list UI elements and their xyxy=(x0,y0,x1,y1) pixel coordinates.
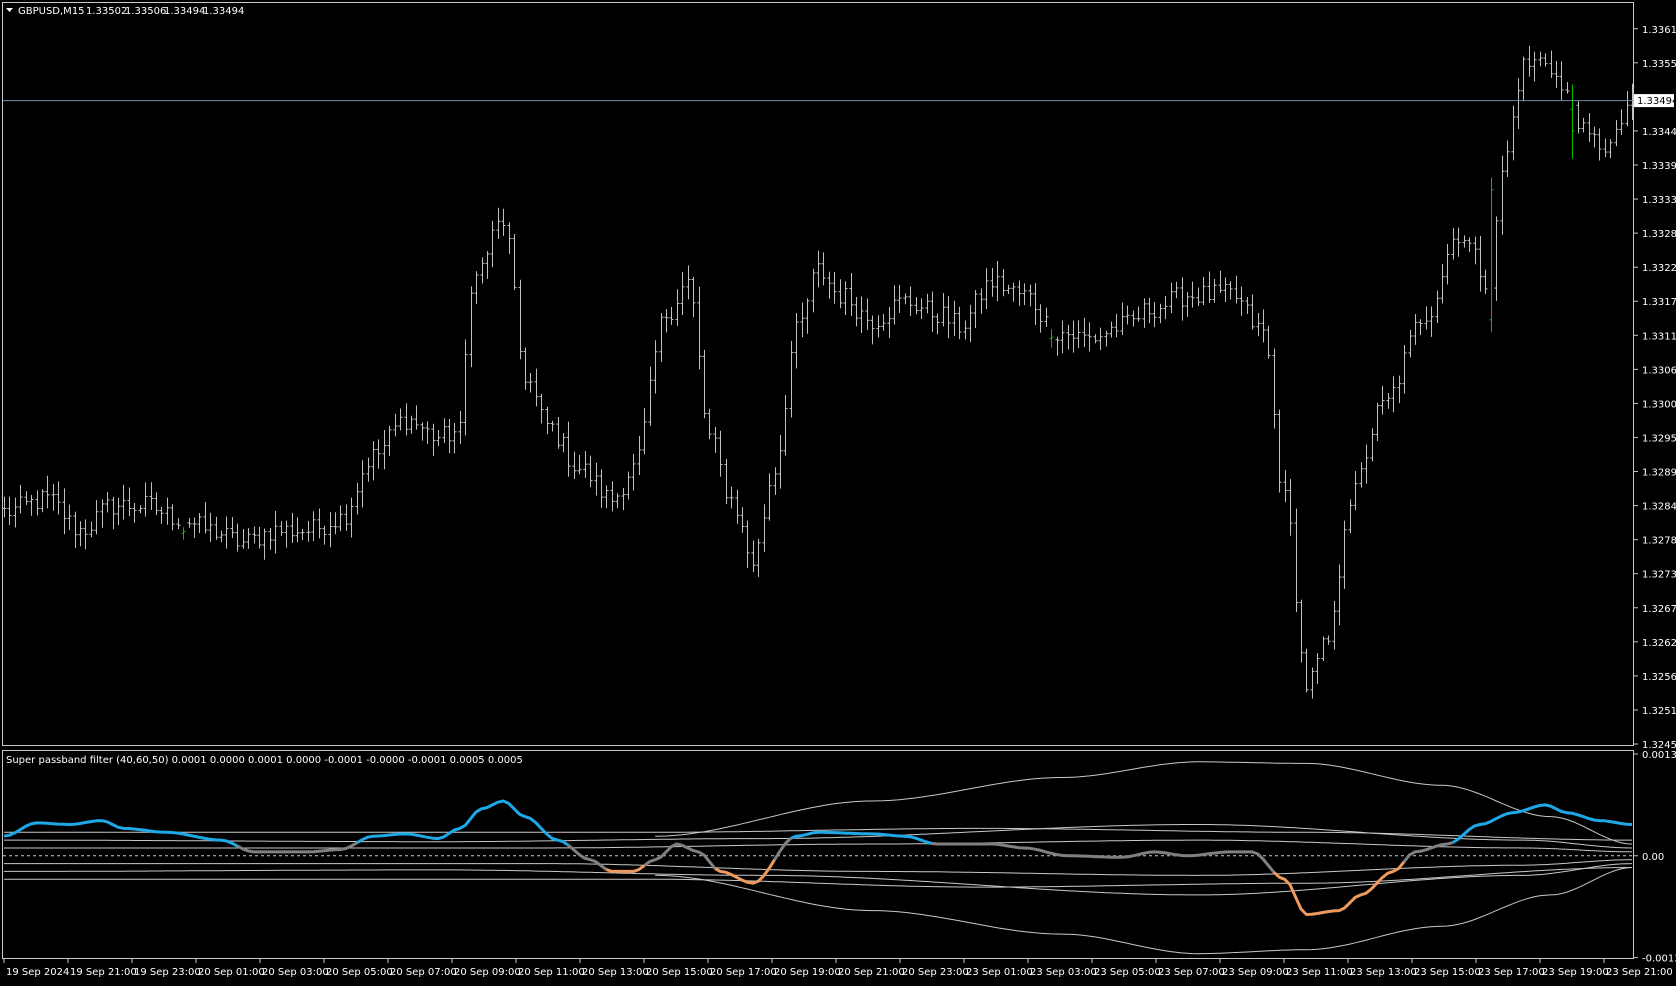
indicator-axis-label: 0.0013 xyxy=(1642,750,1676,761)
price-axis-label: 1.32950 xyxy=(1642,433,1676,444)
price-axis-label: 1.33115 xyxy=(1642,331,1676,342)
header-high: 1.33506 xyxy=(125,6,166,17)
price-axis-label: 1.33555 xyxy=(1642,59,1676,70)
time-axis-label: 19 Sep 2024 xyxy=(6,967,69,978)
time-axis-label: 23 Sep 11:00 xyxy=(1286,967,1353,978)
time-axis-label: 20 Sep 03:00 xyxy=(262,967,329,978)
time-axis-label: 23 Sep 17:00 xyxy=(1478,967,1545,978)
time-axis-label: 20 Sep 01:00 xyxy=(198,967,265,978)
time-axis-label: 19 Sep 23:00 xyxy=(134,967,201,978)
price-axis-label: 1.33060 xyxy=(1642,365,1676,376)
indicator-axis-label: 0.00 xyxy=(1642,852,1664,863)
time-axis-label: 19 Sep 21:00 xyxy=(70,967,137,978)
time-axis-label: 20 Sep 11:00 xyxy=(518,967,585,978)
time-axis-label: 23 Sep 05:00 xyxy=(1094,967,1161,978)
time-axis-label: 23 Sep 15:00 xyxy=(1414,967,1481,978)
header-open: 1.33502 xyxy=(86,6,127,17)
symbol-name: GBPUSD,M15 xyxy=(18,6,85,17)
price-axis-label: 1.33005 xyxy=(1642,399,1676,410)
price-axis-label: 1.32510 xyxy=(1642,706,1676,717)
time-axis-label: 23 Sep 19:00 xyxy=(1542,967,1609,978)
symbol-header: GBPUSD,M15 1.33502 1.33506 1.33494 1.334… xyxy=(6,6,244,17)
time-axis-label: 20 Sep 19:00 xyxy=(774,967,841,978)
chart-canvas[interactable]: 1.33610 1.33555 1.33445 1.33390 1.33335 1.332… xyxy=(0,0,1676,982)
indicator-label: Super passband filter (40,60,50) 0.0001 … xyxy=(6,755,523,766)
time-axis-label: 20 Sep 23:00 xyxy=(902,967,969,978)
time-axis-label: 20 Sep 17:00 xyxy=(710,967,777,978)
price-axis-label: 1.32620 xyxy=(1642,638,1676,649)
time-axis-label: 20 Sep 21:00 xyxy=(838,967,905,978)
price-axis-label: 1.33170 xyxy=(1642,297,1676,308)
trading-chart-window[interactable]: 1.33610 1.33555 1.33445 1.33390 1.33335 1.332… xyxy=(0,0,1676,982)
current-price-tag: 1.33494 xyxy=(1634,94,1676,108)
price-axis-label: 1.33390 xyxy=(1642,161,1676,172)
indicator-axis-label: -0.0013 xyxy=(1642,954,1676,965)
price-axis-label: 1.32895 xyxy=(1642,468,1676,479)
price-axis-label: 1.33445 xyxy=(1642,127,1676,138)
header-close: 1.33494 xyxy=(203,6,244,17)
time-axis-label: 23 Sep 03:00 xyxy=(1030,967,1097,978)
time-axis-label: 23 Sep 13:00 xyxy=(1350,967,1417,978)
time-axis-label: 20 Sep 09:00 xyxy=(454,967,521,978)
price-axis-label: 1.32785 xyxy=(1642,536,1676,547)
time-axis-label: 20 Sep 07:00 xyxy=(390,967,457,978)
price-axis-label: 1.33225 xyxy=(1642,263,1676,274)
time-axis-label: 23 Sep 01:00 xyxy=(966,967,1033,978)
time-axis-label: 23 Sep 07:00 xyxy=(1158,967,1225,978)
price-axis-label: 1.32840 xyxy=(1642,502,1676,513)
price-axis-label: 1.32675 xyxy=(1642,604,1676,615)
time-axis-label: 23 Sep 21:00 xyxy=(1606,967,1673,978)
time-axis-label: 20 Sep 13:00 xyxy=(582,967,649,978)
header-low: 1.33494 xyxy=(164,6,205,17)
price-axis-label: 1.33610 xyxy=(1642,25,1676,36)
current-price-tag-text: 1.33494 xyxy=(1637,96,1676,107)
price-axis-label: 1.33335 xyxy=(1642,195,1676,206)
time-axis-label: 20 Sep 15:00 xyxy=(646,967,713,978)
time-axis-label: 23 Sep 09:00 xyxy=(1222,967,1289,978)
price-axis-label: 1.33280 xyxy=(1642,229,1676,240)
price-axis-label: 1.32730 xyxy=(1642,570,1676,581)
price-axis-label: 1.32565 xyxy=(1642,672,1676,683)
time-axis-label: 20 Sep 05:00 xyxy=(326,967,393,978)
